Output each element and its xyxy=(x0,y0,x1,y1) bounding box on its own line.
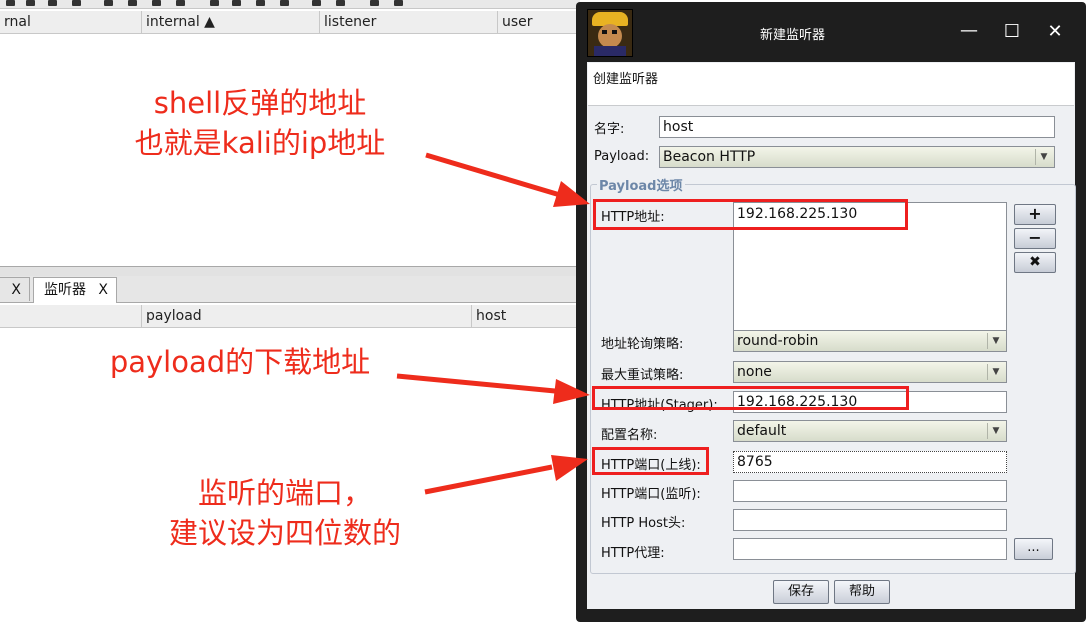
arrow-line xyxy=(425,152,561,198)
arrow-head xyxy=(553,379,590,404)
arrow-head xyxy=(551,455,588,481)
arrow-line xyxy=(396,373,556,394)
annotation-arrows xyxy=(396,152,590,495)
arrow-line xyxy=(424,464,553,495)
arrow-head xyxy=(553,181,590,207)
